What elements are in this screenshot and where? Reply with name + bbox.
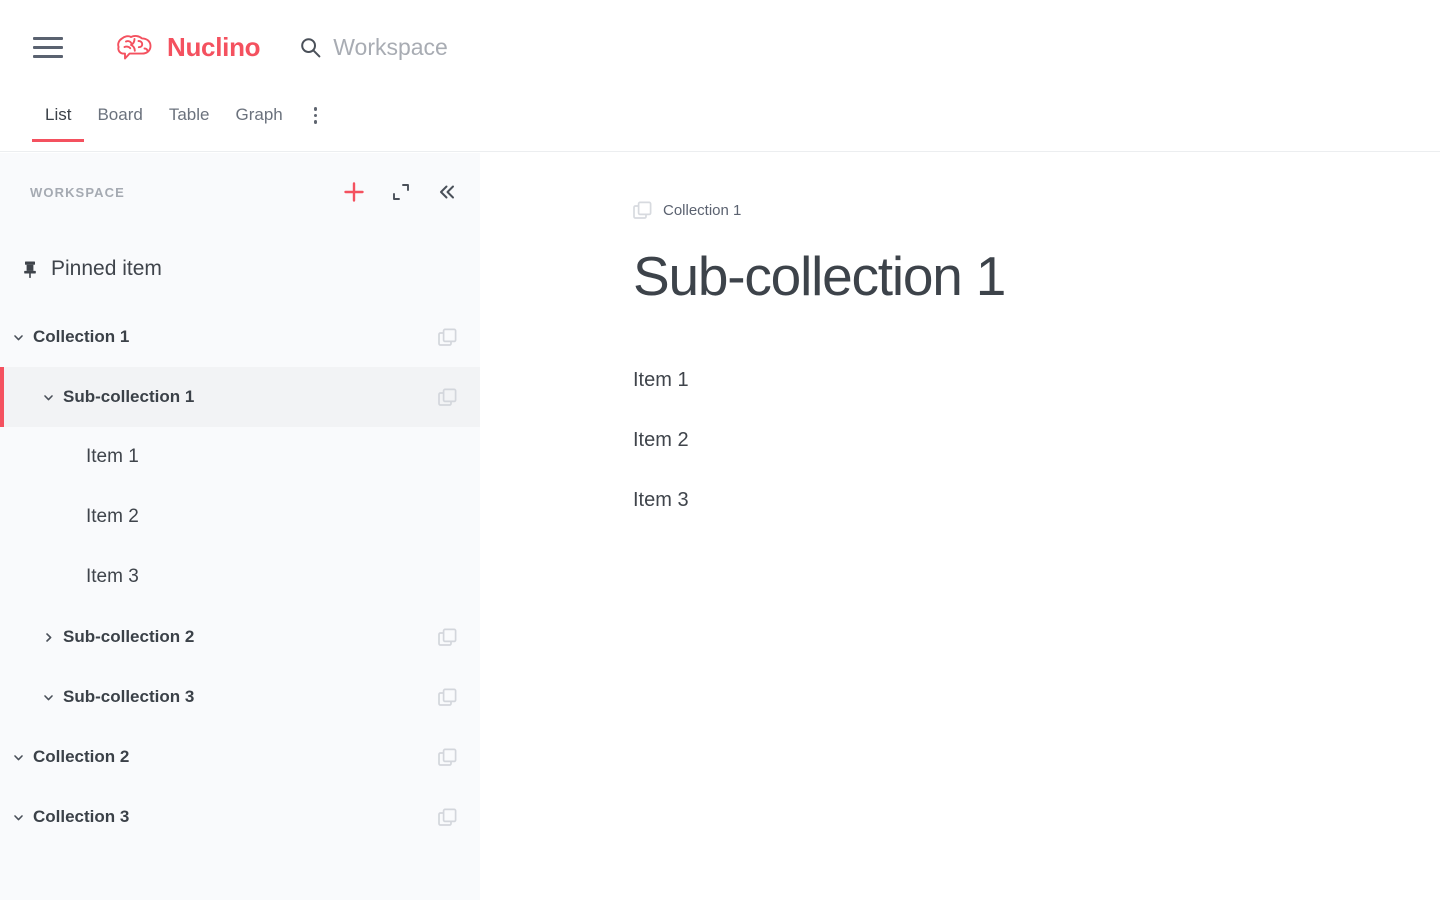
tab-list[interactable]: List: [32, 94, 85, 142]
collapse-sidebar-button[interactable]: [437, 182, 457, 202]
pinned-item-label: Pinned item: [51, 257, 162, 280]
search-placeholder: Workspace: [333, 33, 448, 60]
plus-icon: [344, 182, 364, 202]
brand-logo[interactable]: Nuclino: [116, 31, 261, 63]
list-item[interactable]: Item 3: [633, 471, 719, 531]
sidebar-item-sub-collection-2[interactable]: Sub-collection 2: [0, 607, 480, 667]
hamburger-bar: [33, 36, 63, 40]
breadcrumb-label: Collection 1: [663, 202, 742, 219]
sidebar-item-label: Collection 3: [33, 807, 130, 826]
collection-icon: [633, 201, 652, 219]
expand-icon: [393, 184, 409, 200]
sidebar-item-collection-2[interactable]: Collection 2: [0, 727, 480, 787]
sidebar-item-item-3[interactable]: Item 3: [0, 547, 480, 607]
sidebar-item-item-2[interactable]: Item 2: [0, 487, 480, 547]
tab-table[interactable]: Table: [156, 94, 223, 142]
collection-icon: [438, 628, 457, 646]
chevron-down-icon[interactable]: [40, 391, 56, 404]
search-icon: [301, 37, 321, 57]
sidebar-item-label: Collection 1: [33, 327, 130, 346]
chevron-down-icon[interactable]: [40, 691, 56, 704]
page-title: Sub-collection 1: [633, 245, 1006, 307]
expand-button[interactable]: [392, 183, 410, 201]
sidebar-item-collection-3[interactable]: Collection 3: [0, 787, 480, 847]
collection-icon: [438, 808, 457, 826]
sidebar-item-label: Item 1: [86, 446, 139, 467]
top-bar: Nuclino Workspace: [0, 0, 1440, 94]
collection-icon: [438, 688, 457, 706]
sidebar-item-item-1[interactable]: Item 1: [0, 427, 480, 487]
sidebar-item-sub-collection-1[interactable]: Sub-collection 1: [0, 367, 480, 427]
brand-name: Nuclino: [167, 31, 261, 62]
collection-icon: [438, 388, 457, 406]
sidebar-item-collection-1[interactable]: Collection 1: [0, 307, 480, 367]
list-item[interactable]: Item 1: [633, 351, 719, 411]
tab-board[interactable]: Board: [84, 94, 155, 142]
pin-icon: [24, 261, 36, 278]
sidebar-item-label: Sub-collection 2: [63, 627, 195, 646]
hamburger-bar: [33, 54, 63, 58]
sidebar-item-label: Sub-collection 3: [63, 687, 195, 706]
sidebar-item-label: Item 2: [86, 506, 139, 527]
chevron-double-left-icon: [440, 185, 454, 199]
hamburger-menu-icon[interactable]: [31, 30, 65, 64]
sidebar-item-label: Sub-collection 1: [63, 387, 195, 406]
chevron-down-icon[interactable]: [10, 331, 26, 344]
sidebar-item-label: Collection 2: [33, 747, 130, 766]
sidebar-item-label: Item 3: [86, 566, 139, 587]
main-content: Collection 1 Sub-collection 1 Item 1 Ite…: [480, 153, 1440, 900]
chevron-down-icon[interactable]: [10, 751, 26, 764]
item-list: Item 1 Item 2 Item 3: [633, 351, 1440, 531]
add-button[interactable]: [343, 181, 365, 203]
sidebar-item-sub-collection-3[interactable]: Sub-collection 3: [0, 667, 480, 727]
collection-icon: [438, 748, 457, 766]
view-tabs: List Board Table Graph: [0, 94, 1440, 152]
more-dot: [313, 120, 318, 124]
more-dot: [313, 113, 318, 117]
collection-icon: [438, 328, 457, 346]
sidebar-pinned-item[interactable]: Pinned item: [0, 247, 480, 291]
nuclino-brain-logo-icon: [117, 35, 152, 60]
search-input[interactable]: Workspace: [300, 34, 448, 61]
tab-graph[interactable]: Graph: [222, 94, 295, 142]
breadcrumb[interactable]: Collection 1: [633, 201, 741, 220]
sidebar: WORKSPACE Pinned item Collection 1 Sub-c…: [0, 153, 480, 900]
chevron-right-icon[interactable]: [40, 631, 56, 644]
sidebar-header: WORKSPACE: [0, 153, 480, 231]
hamburger-bar: [33, 45, 63, 49]
sidebar-actions: [343, 181, 457, 203]
more-dot: [313, 107, 318, 111]
more-vertical-icon[interactable]: [300, 94, 332, 137]
chevron-down-icon[interactable]: [10, 811, 26, 824]
sidebar-tree: Collection 1 Sub-collection 1 Item 1 Ite…: [0, 307, 480, 847]
sidebar-title: WORKSPACE: [30, 184, 125, 200]
list-item[interactable]: Item 2: [633, 411, 719, 471]
